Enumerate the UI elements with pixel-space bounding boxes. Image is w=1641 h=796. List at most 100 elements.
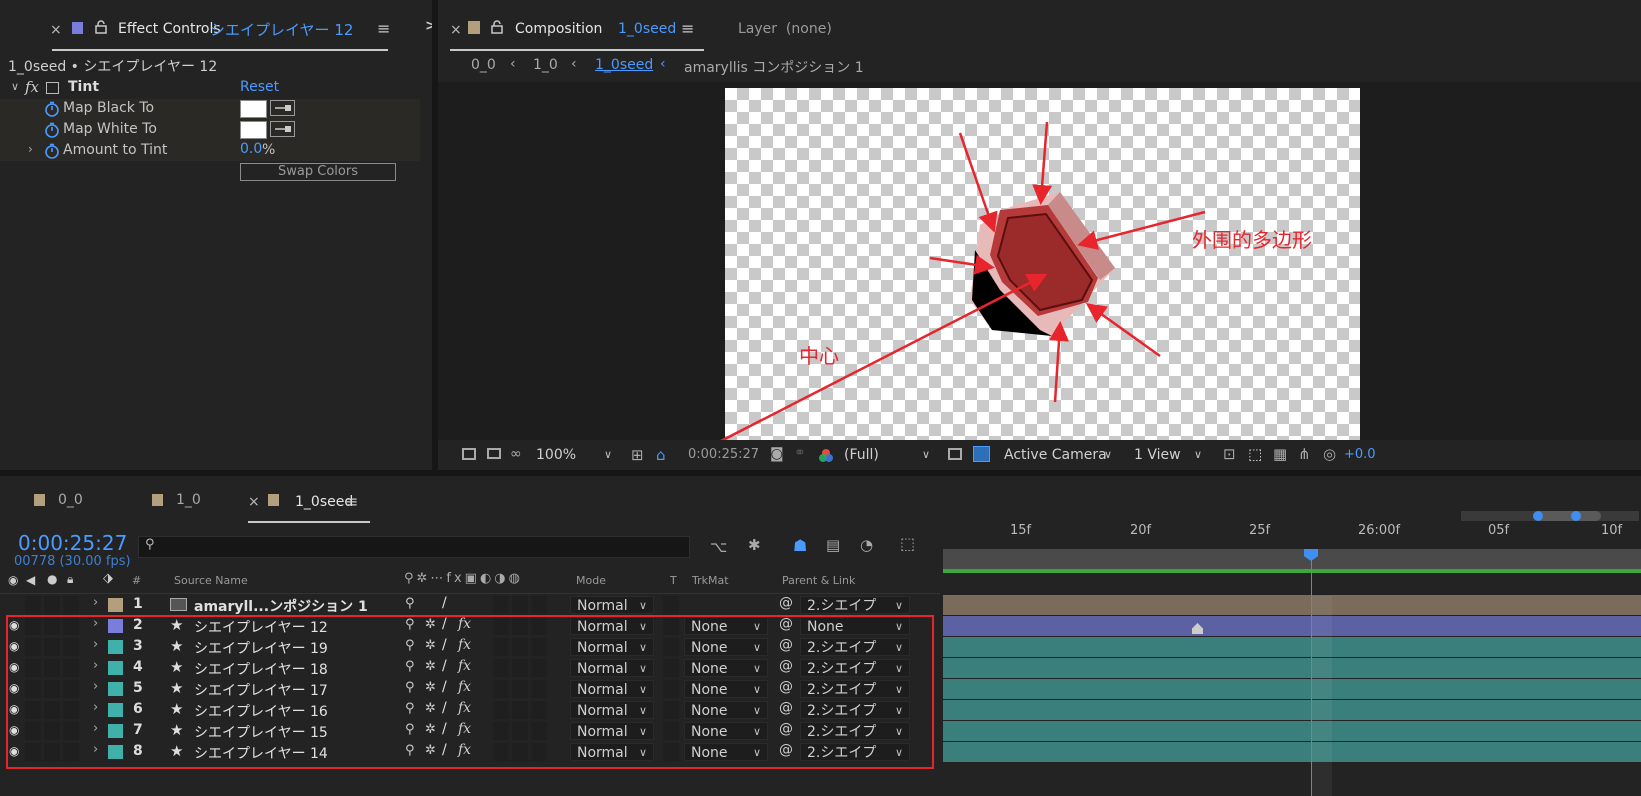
shy-switch-icon[interactable]: ⚲ [405, 596, 415, 611]
layer-duration-bar[interactable] [943, 679, 1641, 699]
layer-duration-bar[interactable] [943, 637, 1641, 657]
eye-icon[interactable]: ◉ [8, 573, 18, 587]
frame-blend-switch[interactable] [493, 596, 509, 614]
region-icon[interactable] [462, 448, 476, 460]
monitor-icon[interactable] [487, 448, 501, 459]
resolution-select[interactable]: (Full) ∨ [838, 446, 936, 464]
adjustment-switch[interactable] [531, 596, 547, 614]
chevron-down-icon: ∨ [638, 599, 647, 612]
selection-highlight-box [6, 615, 934, 769]
label-color-swatch[interactable] [108, 598, 123, 612]
layer-duration-bar[interactable] [943, 658, 1641, 678]
layer-duration-bar[interactable] [943, 742, 1641, 762]
preserve-transparency-switch[interactable] [663, 596, 679, 614]
exposure-icon[interactable]: ◎ [1323, 445, 1336, 463]
col-parent[interactable]: Parent & Link [782, 574, 855, 587]
col-source-name[interactable]: Source Name [174, 574, 248, 587]
lock-switch[interactable] [63, 596, 79, 614]
pick-whip-icon[interactable]: @ [779, 595, 793, 611]
timeline-panel: 0_0 1_0 × 1_0seed ≡ 0:00:25:27 00778 (30… [0, 476, 1641, 796]
time-ruler[interactable]: 15f 20f 25f 26:00f 05f 10f [943, 511, 1641, 596]
camera-value: Active Camera [1004, 447, 1107, 463]
annotation-outer-label: 外围的多边形 [1192, 228, 1312, 252]
snapshot-icon[interactable]: ⚭ [794, 445, 806, 461]
precomp-icon [170, 598, 187, 611]
ruler-label: 25f [1249, 523, 1271, 538]
timeline-icon[interactable]: ▦ [1273, 445, 1287, 463]
shy-layers-icon[interactable]: ☗ [793, 536, 807, 555]
camera-icon[interactable]: ◙ [770, 446, 784, 462]
navigator-handle[interactable] [1535, 511, 1601, 521]
toggle-pixel-aspect-icon[interactable]: ⊡ [1223, 445, 1236, 463]
active-tab-underline [248, 521, 370, 523]
exposure-value[interactable]: +0.0 [1344, 447, 1376, 462]
layer-column-header: ◉ ◀ ● 🔒︎ ⬗ # Source Name ⚲✲⋯fx▣◐◑◍ Mode … [0, 571, 940, 594]
close-tab-icon[interactable]: × [248, 494, 260, 510]
chevron-down-icon: ∨ [894, 599, 903, 612]
zoom-select[interactable]: 100% ∨ [530, 446, 618, 464]
channels-icon[interactable] [818, 448, 834, 462]
layer-duration-bar[interactable] [943, 595, 1641, 615]
flowchart-icon[interactable]: ⋔ [1298, 445, 1311, 463]
mask-icon[interactable]: ∞ [510, 446, 522, 462]
navigator-right-dot[interactable] [1571, 511, 1581, 521]
timeline-tab[interactable]: 1_0 [176, 492, 201, 508]
layer-duration-bar[interactable] [943, 700, 1641, 720]
motion-blur-icon[interactable]: ◔ [860, 536, 873, 554]
frame-info: 00778 (30.00 fps) [14, 554, 131, 569]
layer-name[interactable]: amaryll...ンポジション 1 [194, 596, 368, 616]
chevron-down-icon: ∨ [921, 448, 930, 461]
fast-previews-icon[interactable]: ⬚ [1248, 445, 1262, 463]
ruler-label: 05f [1488, 523, 1510, 538]
timeline-tab[interactable]: 0_0 [58, 492, 83, 508]
motion-blur-switch[interactable] [512, 596, 528, 614]
speaker-icon[interactable]: ◀ [26, 573, 35, 587]
composition-mini-flowchart-icon[interactable]: ⌥ [710, 538, 727, 556]
ruler-label: 15f [1010, 523, 1032, 538]
mask-path-icon[interactable]: ⌂ [656, 446, 666, 464]
camera-select[interactable]: Active Camera ∨ [998, 446, 1118, 464]
composition-toolbar: ∞ 100% ∨ ⊞ ⌂ 0:00:25:27 ◙ ⚭ (Full) ∨ Activ… [438, 440, 1641, 470]
audio-switch[interactable] [25, 596, 41, 614]
ruler-label: 10f [1601, 523, 1623, 538]
quality-switch-icon[interactable]: / [442, 595, 447, 611]
layer-row[interactable]: › 1 amaryll...ンポジション 1 ⚲ / Normal ∨ @ 2.シ… [0, 595, 1641, 616]
current-time[interactable]: 0:00:25:27 [688, 447, 759, 462]
parent-select[interactable]: 2.シエイプ ∨ [800, 596, 910, 614]
layer-number: 1 [133, 596, 143, 612]
chevron-down-icon: ∨ [1103, 448, 1112, 461]
region-of-interest-icon[interactable] [948, 448, 962, 460]
parent-value: 2.シエイプ [807, 598, 877, 614]
blend-mode-select[interactable]: Normal ∨ [570, 596, 654, 614]
lock-icon[interactable]: 🔒︎ [67, 572, 73, 587]
timeline-current-time[interactable]: 0:00:25:27 [18, 531, 127, 555]
col-t: T [670, 574, 677, 587]
chevron-right-icon[interactable]: › [93, 595, 98, 610]
current-time-indicator-shade [1312, 596, 1332, 796]
ruler-label: 26:00f [1358, 523, 1401, 538]
annotation-center-label: 中心 [799, 344, 839, 368]
label-tag-icon[interactable]: ⬗ [103, 571, 113, 586]
draft-3d-icon[interactable]: ✱ [748, 536, 761, 554]
grid-icon[interactable]: ⊞ [631, 446, 644, 464]
graph-editor-icon[interactable]: ⬚ [900, 534, 915, 553]
resolution-value: (Full) [844, 447, 879, 463]
frame-blending-icon[interactable]: ▤ [826, 536, 840, 554]
solo-switch[interactable] [44, 596, 60, 614]
col-mode[interactable]: Mode [576, 574, 606, 587]
col-trkmat[interactable]: TrkMat [692, 574, 729, 587]
view-layout-select[interactable]: 1 View ∨ [1128, 446, 1208, 464]
layer-duration-bar[interactable] [943, 721, 1641, 741]
solo-icon[interactable]: ● [47, 572, 57, 586]
panel-menu-icon[interactable]: ≡ [345, 492, 358, 511]
tab-swatch [34, 494, 45, 506]
view-layout-value: 1 View [1134, 447, 1181, 463]
blend-mode-value: Normal [577, 598, 628, 614]
layer-search-input[interactable]: ⚲ [138, 536, 690, 558]
layer-duration-bar[interactable] [943, 616, 1641, 636]
current-time-indicator[interactable] [1311, 552, 1312, 796]
transparency-grid-icon[interactable] [973, 446, 990, 462]
work-area-bar[interactable] [943, 569, 1641, 573]
navigator-left-dot[interactable] [1533, 511, 1543, 521]
shape-polygon [970, 192, 1115, 336]
